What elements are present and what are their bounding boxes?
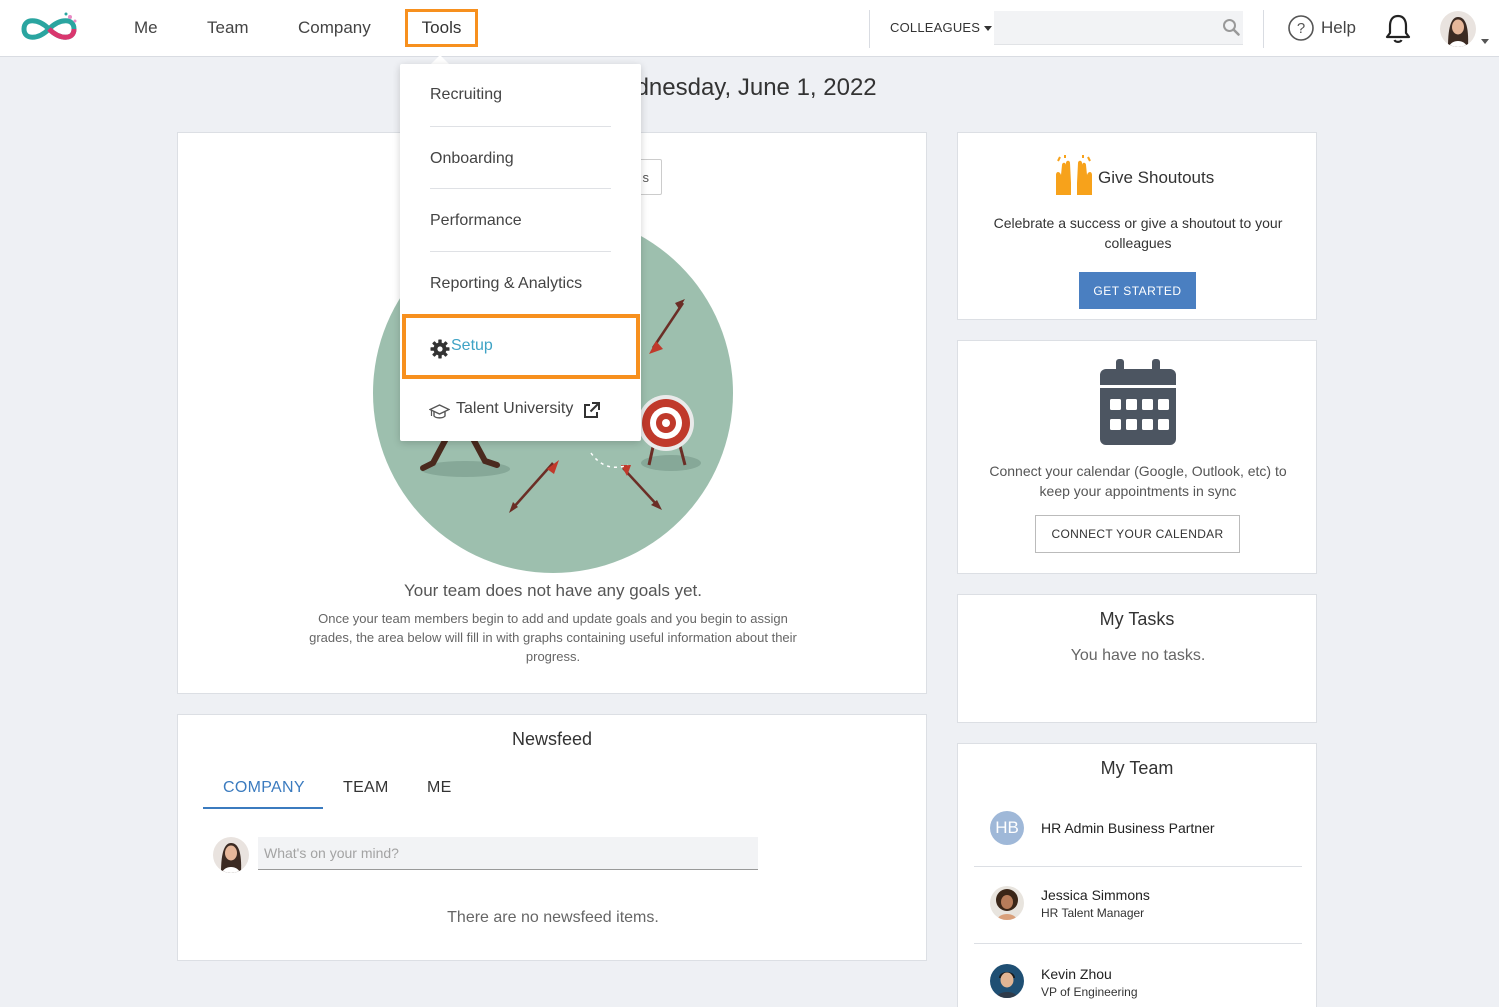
- connect-calendar-button[interactable]: CONNECT YOUR CALENDAR: [1035, 515, 1240, 553]
- newsfeed-card: Newsfeed COMPANY TEAM ME There are no ne…: [177, 714, 927, 961]
- avatar: [990, 886, 1024, 920]
- tasks-empty-message: You have no tasks.: [1070, 647, 1206, 664]
- help-icon[interactable]: ?: [1287, 14, 1315, 42]
- page-date-heading: Wednesday, June 1, 2022: [600, 74, 877, 101]
- tasks-title: My Tasks: [1099, 609, 1175, 629]
- gear-icon: [430, 339, 450, 359]
- menu-item-performance[interactable]: Performance: [430, 212, 611, 252]
- menu-item-reporting-analytics[interactable]: Reporting & Analytics: [430, 275, 611, 293]
- nav-tools[interactable]: Tools: [405, 9, 478, 47]
- team-member-name[interactable]: Kevin Zhou: [1041, 966, 1112, 982]
- team-member-role: HR Talent Manager: [1041, 906, 1145, 920]
- my-team-card: My Team HB HR Admin Business Partner Jes…: [957, 743, 1317, 1007]
- calendar-description: Connect your calendar (Google, Outlook, …: [989, 463, 1287, 499]
- shoutouts-title: Give Shoutouts: [1098, 168, 1215, 187]
- goals-empty-description: Once your team members begin to add and …: [309, 611, 797, 664]
- colleagues-dropdown[interactable]: COLLEAGUES: [890, 20, 993, 35]
- menu-item-label: Performance: [430, 212, 522, 229]
- nav-tools-label: Tools: [421, 18, 462, 37]
- team-member-row[interactable]: HB HR Admin Business Partner: [974, 791, 1302, 867]
- tools-dropdown-menu: Recruiting Onboarding Performance Report…: [400, 64, 641, 441]
- nav-team[interactable]: Team: [207, 18, 249, 38]
- get-started-button[interactable]: GET STARTED: [1079, 272, 1196, 309]
- person-avatar-icon: [990, 964, 1024, 998]
- avatar: [990, 964, 1024, 998]
- newsfeed-title: Newsfeed: [511, 729, 593, 749]
- nav-company[interactable]: Company: [298, 18, 371, 38]
- menu-item-recruiting[interactable]: Recruiting: [430, 86, 611, 127]
- avatar: [213, 837, 249, 873]
- team-member-name[interactable]: HR Admin Business Partner: [1041, 820, 1215, 836]
- calendar-card: Connect your calendar (Google, Outlook, …: [957, 340, 1317, 574]
- nav-me[interactable]: Me: [134, 18, 158, 38]
- user-avatar-icon: [1440, 11, 1476, 47]
- colleagues-label: COLLEAGUES: [890, 20, 981, 35]
- notifications-bell-icon[interactable]: [1384, 13, 1412, 45]
- divider: [1263, 10, 1264, 48]
- divider: [869, 10, 870, 48]
- help-link[interactable]: Help: [1321, 18, 1356, 38]
- caret-down-icon[interactable]: [1481, 39, 1489, 44]
- menu-item-setup-label[interactable]: Setup: [451, 337, 493, 355]
- search-input[interactable]: [994, 11, 1243, 45]
- my-team-title: My Team: [1100, 758, 1174, 778]
- search-icon[interactable]: [1222, 18, 1240, 36]
- company-logo-icon[interactable]: [16, 10, 82, 48]
- menu-item-label: Reporting & Analytics: [430, 275, 583, 292]
- graduation-cap-icon: [429, 404, 450, 419]
- raised-hands-icon: [1056, 155, 1092, 195]
- shoutouts-card: Give Shoutouts Celebrate a success or gi…: [957, 132, 1317, 320]
- tab-company[interactable]: COMPANY: [223, 779, 305, 797]
- team-member-name[interactable]: Jessica Simmons: [1041, 887, 1150, 903]
- person-avatar-icon: [990, 886, 1024, 920]
- goals-empty-title: Your team does not have any goals yet.: [403, 581, 702, 600]
- menu-item-onboarding[interactable]: Onboarding: [430, 150, 611, 189]
- goals-action-button-label: s: [642, 169, 650, 185]
- active-tab-underline: [203, 807, 323, 809]
- svg-text:?: ?: [1297, 20, 1305, 37]
- team-member-role: VP of Engineering: [1041, 985, 1138, 999]
- tab-team[interactable]: TEAM: [343, 779, 389, 797]
- top-navigation-bar: Me Team Company Tools COLLEAGUES ? Help: [0, 0, 1499, 57]
- user-avatar-icon: [213, 837, 249, 873]
- calendar-icon: [1100, 359, 1176, 445]
- external-link-icon[interactable]: [583, 402, 600, 419]
- tab-me[interactable]: ME: [427, 779, 452, 797]
- shoutouts-description: Celebrate a success or give a shoutout t…: [993, 215, 1283, 251]
- avatar: HB: [990, 811, 1024, 845]
- menu-item-label: Onboarding: [430, 150, 514, 167]
- menu-item-talent-university[interactable]: Talent University: [456, 400, 573, 418]
- team-member-row[interactable]: Kevin Zhou VP of Engineering: [974, 945, 1302, 1007]
- tasks-card: My Tasks You have no tasks.: [957, 594, 1317, 723]
- post-input[interactable]: [258, 837, 758, 870]
- newsfeed-empty-message: There are no newsfeed items.: [447, 909, 659, 926]
- caret-down-icon: [984, 26, 993, 32]
- menu-item-label: Recruiting: [430, 86, 503, 103]
- user-avatar[interactable]: [1440, 11, 1476, 47]
- team-member-row[interactable]: Jessica Simmons HR Talent Manager: [974, 868, 1302, 944]
